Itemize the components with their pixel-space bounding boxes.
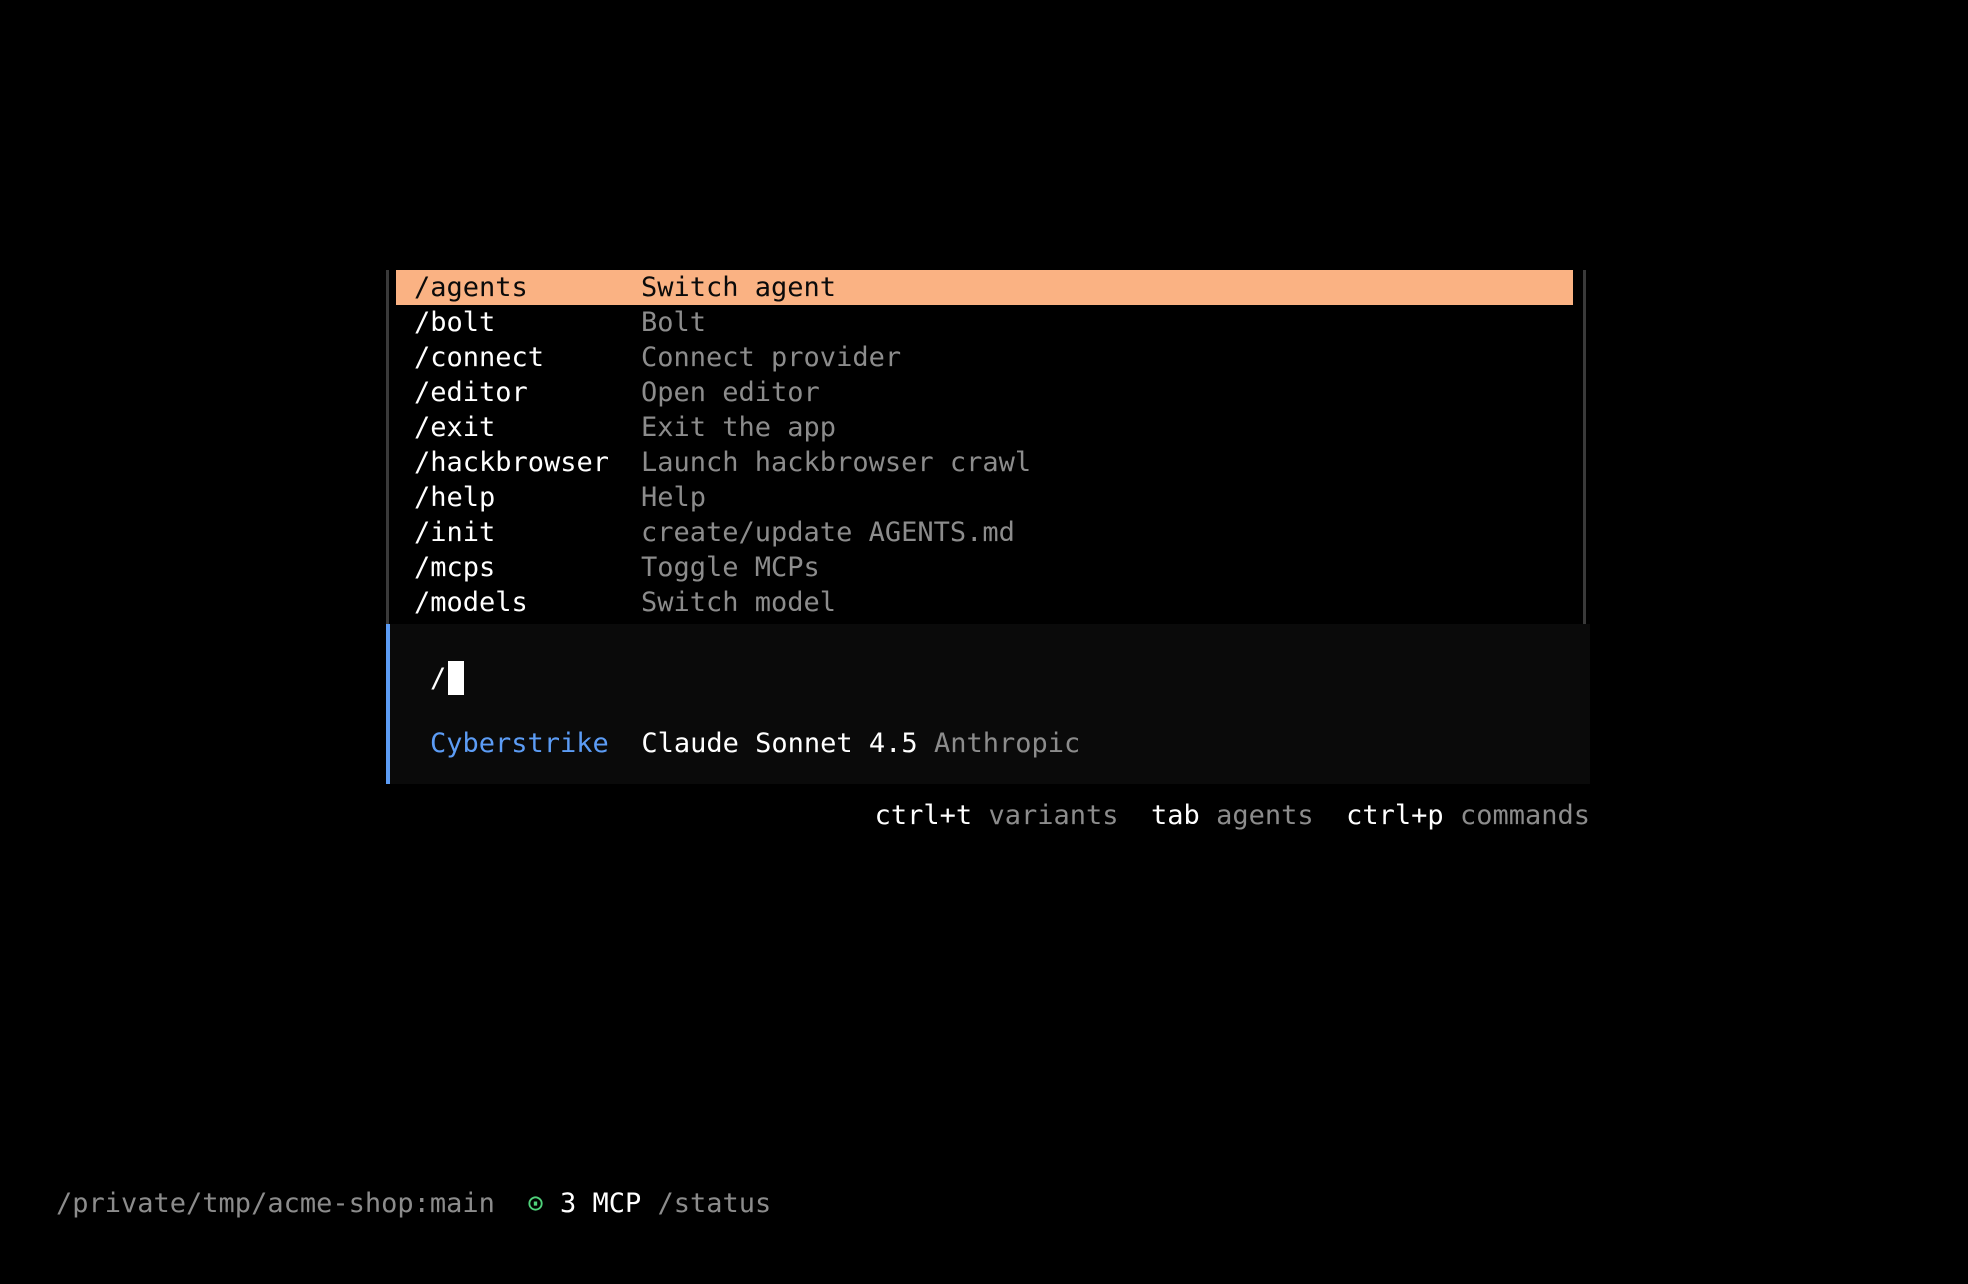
text-cursor	[448, 661, 465, 695]
hint-key: ctrl+t	[874, 800, 973, 831]
shortcut-hints: ctrl+t variants tab agents ctrl+p comman…	[875, 800, 1590, 831]
command-description: Exit the app	[641, 412, 837, 443]
hint-key: tab	[1151, 800, 1200, 831]
prompt-input-text: /	[430, 662, 447, 694]
provider-name: Anthropic	[933, 728, 1081, 759]
command-description: Toggle MCPs	[641, 552, 820, 583]
hint-label: variants	[988, 800, 1119, 831]
command-name: /connect	[414, 342, 545, 373]
mcp-status-icon: ⊙	[527, 1188, 544, 1219]
command-name: /editor	[414, 377, 528, 408]
command-item-bolt[interactable]: /bolt Bolt	[396, 305, 1573, 340]
agent-name[interactable]: Cyberstrike	[430, 728, 609, 759]
command-description: Bolt	[641, 307, 707, 338]
command-palette: /agents Switch agent /bolt Bolt /connect…	[386, 270, 1586, 624]
status-command[interactable]: /status	[658, 1188, 772, 1219]
command-name: /help	[414, 482, 496, 513]
command-name: /hackbrowser	[414, 447, 610, 478]
hint-key: ctrl+p	[1346, 800, 1444, 831]
prompt-input[interactable]: /	[430, 660, 465, 696]
command-item-mcps[interactable]: /mcps Toggle MCPs	[396, 550, 1573, 585]
command-name: /models	[414, 587, 528, 618]
command-name: /init	[414, 517, 496, 548]
working-directory: /private/tmp/acme-shop:main	[56, 1188, 495, 1219]
command-item-hackbrowser[interactable]: /hackbrowser Launch hackbrowser crawl	[396, 445, 1573, 480]
command-item-agents[interactable]: /agents Switch agent	[396, 270, 1573, 305]
command-name: /exit	[414, 412, 496, 443]
command-item-editor[interactable]: /editor Open editor	[396, 375, 1573, 410]
command-name: /bolt	[414, 307, 496, 338]
command-description: Switch agent	[641, 272, 837, 303]
command-description: Connect provider	[641, 342, 902, 373]
command-description: Switch model	[641, 587, 837, 618]
command-name: /mcps	[414, 552, 496, 583]
command-description: Open editor	[641, 377, 820, 408]
command-item-help[interactable]: /help Help	[396, 480, 1573, 515]
mcp-count[interactable]: 3 MCP	[560, 1188, 641, 1219]
command-description: Launch hackbrowser crawl	[641, 447, 1032, 478]
command-description: Help	[641, 482, 707, 513]
command-description: create/update AGENTS.md	[641, 517, 1015, 548]
model-name[interactable]: Claude Sonnet 4.5	[641, 728, 917, 759]
command-item-models[interactable]: /models Switch model	[396, 585, 1573, 620]
command-item-connect[interactable]: /connect Connect provider	[396, 340, 1573, 375]
hint-label: commands	[1459, 800, 1590, 831]
prompt-box[interactable]: / Cyberstrike Claude Sonnet 4.5 Anthropi…	[386, 624, 1590, 784]
prompt-status: Cyberstrike Claude Sonnet 4.5 Anthropic	[430, 728, 1080, 759]
hint-label: agents	[1216, 800, 1314, 831]
command-item-init[interactable]: /init create/update AGENTS.md	[396, 515, 1573, 550]
status-bar: /private/tmp/acme-shop:main ⊙ 3 MCP /sta…	[56, 1188, 771, 1219]
command-name: /agents	[414, 272, 528, 303]
command-item-exit[interactable]: /exit Exit the app	[396, 410, 1573, 445]
